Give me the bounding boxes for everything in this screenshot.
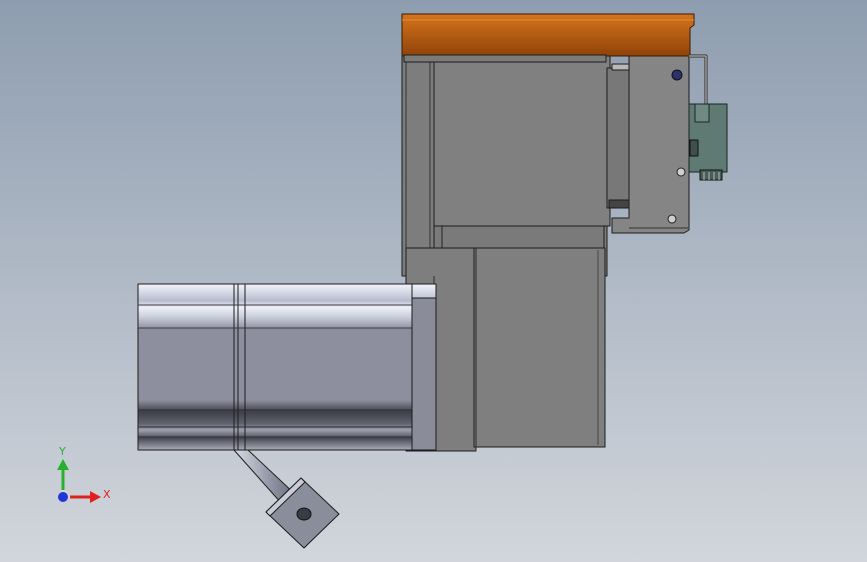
shaft-pin	[611, 63, 631, 71]
lower-gear-housing	[473, 247, 606, 448]
cover-gasket	[403, 54, 607, 63]
orange-top-cover[interactable]	[401, 13, 695, 63]
bracket-bolt-head	[671, 69, 683, 81]
servo-motor[interactable]	[137, 283, 437, 451]
plug-socket	[296, 507, 312, 521]
y-axis-label: Y	[58, 445, 66, 458]
pcb-component	[689, 139, 699, 157]
gearbox-lower-flange	[433, 225, 605, 249]
bracket-screw-hole	[667, 214, 677, 224]
ring-shadow	[608, 199, 630, 209]
gearbox-side-ring	[606, 67, 630, 209]
z-axis-dot	[58, 492, 68, 502]
graphics-viewport[interactable]: Y X	[0, 0, 867, 562]
x-axis-label: X	[103, 488, 111, 501]
cad-model-canvas[interactable]: Y X	[0, 0, 867, 562]
motor-flange	[411, 297, 437, 451]
gearbox-body	[433, 54, 611, 227]
bracket-screw-hole	[676, 167, 686, 177]
motor-body	[137, 283, 437, 451]
pcb-slot	[694, 103, 710, 123]
